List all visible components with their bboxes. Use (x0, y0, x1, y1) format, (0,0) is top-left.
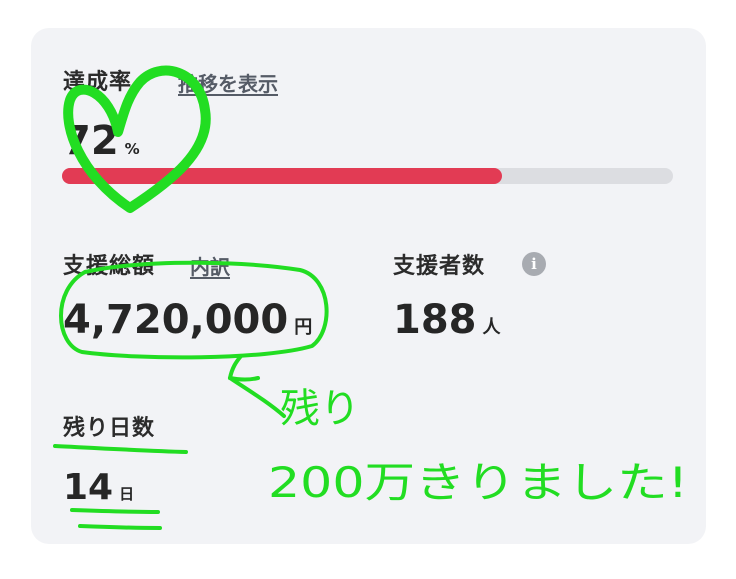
remaining-days-label: 残り日数 (63, 416, 156, 441)
achievement-progress-fill (62, 168, 502, 184)
achievement-label: 達成率 (63, 70, 133, 95)
achievement-unit: % (124, 140, 140, 158)
supporters-label: 支援者数 (393, 254, 486, 279)
total-support-number: 4,720,000 (63, 297, 289, 343)
achievement-number: 72 (63, 118, 119, 164)
remaining-days-number: 14 (63, 467, 114, 508)
show-trend-link[interactable]: 推移を表示 (178, 68, 278, 97)
supporters-number: 188 (393, 297, 477, 343)
total-support-label: 支援総額 (63, 254, 156, 279)
breakdown-link[interactable]: 内訳 (190, 251, 230, 280)
remaining-days-value: 14 日 (63, 467, 134, 508)
supporters-unit: 人 (482, 317, 501, 338)
remaining-days-unit: 日 (119, 485, 135, 503)
total-support-unit: 円 (294, 317, 313, 338)
total-support-value: 4,720,000 円 (63, 297, 312, 343)
supporters-value: 188 人 (393, 297, 501, 343)
info-icon[interactable]: i (522, 252, 546, 276)
achievement-value: 72% (63, 118, 140, 164)
achievement-progress-bar (62, 168, 673, 184)
